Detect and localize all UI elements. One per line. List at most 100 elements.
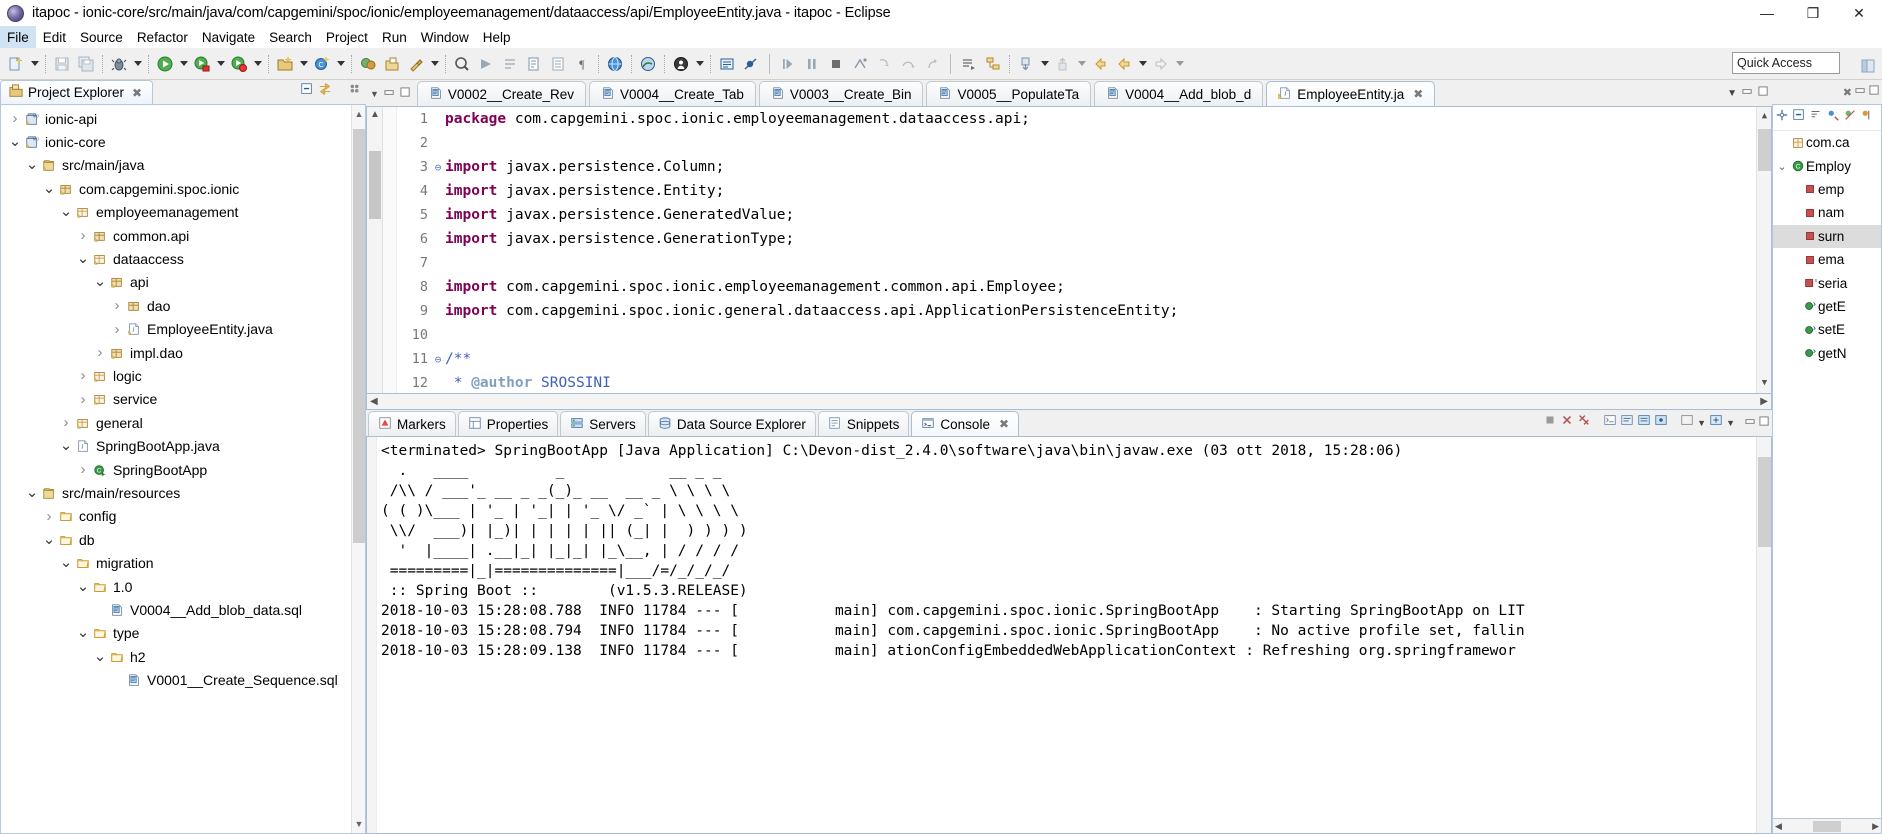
outline-scroll-right-icon[interactable]: ▶ (1872, 821, 1879, 832)
project-tree[interactable]: MJionic-apiMJionic-coresrc/main/javacom.… (0, 104, 366, 834)
forward-dropdown-icon[interactable] (1173, 51, 1186, 77)
show-whitespace-icon[interactable] (546, 51, 570, 77)
scroll-lock-icon[interactable] (1637, 413, 1651, 432)
debug-perspective-icon[interactable] (669, 51, 693, 77)
pin-console-icon[interactable] (1654, 413, 1668, 432)
forward-icon[interactable] (1149, 51, 1173, 77)
tree-item-employeeentity-java[interactable]: JEmployeeEntity.java (1, 318, 365, 341)
tree-item-db[interactable]: db (1, 528, 365, 551)
menu-window[interactable]: Window (414, 26, 476, 48)
chevron-down-icon[interactable] (75, 584, 91, 590)
chevron-right-icon[interactable] (75, 367, 91, 384)
chevron-down-icon[interactable] (7, 139, 23, 145)
tree-item-impl-dao[interactable]: impl.dao (1, 341, 365, 364)
tree-item-com-capgemini-spoc-ionic[interactable]: com.capgemini.spoc.ionic (1, 177, 365, 200)
editor-scroll-thumb[interactable] (1758, 129, 1771, 171)
close-icon[interactable]: ✖ (999, 417, 1009, 431)
word-wrap-icon[interactable] (1620, 413, 1634, 432)
new-java-project-icon[interactable] (273, 51, 297, 77)
save-all-icon[interactable] (74, 51, 98, 77)
chevron-right-icon[interactable] (92, 344, 108, 361)
tree-item-springbootapp-java[interactable]: JSpringBootApp.java (1, 434, 365, 457)
editor-vertical-scrollbar[interactable]: ▲ ▼ (1756, 107, 1771, 393)
maximize-button[interactable]: ❐ (1790, 0, 1836, 26)
editor-maximize-icon[interactable] (1758, 84, 1769, 102)
maximize-icon[interactable] (400, 85, 411, 103)
fold-marker-icon[interactable]: ⊖ (431, 353, 445, 366)
chevron-down-icon[interactable]: ⌄ (1775, 160, 1789, 173)
tree-item-ionic-api[interactable]: MJionic-api (1, 107, 365, 130)
console-text-content[interactable]: <terminated> SpringBootApp [Java Applica… (377, 437, 1756, 833)
editor-tab-employeeentity-ja[interactable]: JEmployeeEntity.ja✖ (1266, 81, 1435, 106)
outline-item-ema[interactable]: ema (1773, 248, 1881, 271)
hide-fields-icon[interactable] (1826, 108, 1840, 127)
editor-scroll-up-icon[interactable]: ▲ (1757, 109, 1771, 124)
outline-maximize-icon[interactable] (1869, 83, 1880, 101)
outline-scroll-left-icon[interactable]: ◀ (1775, 821, 1782, 832)
open-call-hierarchy-icon[interactable] (981, 51, 1005, 77)
outline-item-sete[interactable]: setE (1773, 318, 1881, 341)
tree-item-springbootapp[interactable]: CSpringBootApp (1, 458, 365, 481)
run-dropdown-icon[interactable] (177, 51, 190, 77)
menu-help[interactable]: Help (476, 26, 518, 48)
outline-item-getn[interactable]: getN (1773, 342, 1881, 365)
tree-item-src-main-resources[interactable]: src/main/resources (1, 481, 365, 504)
open-type-icon[interactable] (356, 51, 380, 77)
editor-marker-bar[interactable]: ▲ (367, 107, 383, 393)
open-perspective-icon[interactable] (636, 51, 660, 77)
link-with-editor-icon[interactable] (318, 82, 332, 101)
run-as-dropdown-icon[interactable] (214, 51, 227, 77)
outline-scroll-thumb[interactable] (1813, 821, 1841, 832)
step-return-icon[interactable] (920, 51, 944, 77)
tree-item-dao[interactable]: dao (1, 294, 365, 317)
console-tab-properties[interactable]: Properties (458, 411, 559, 436)
chevron-down-icon[interactable] (58, 560, 74, 566)
outline-item-employ[interactable]: ⌄CEmploy (1773, 154, 1881, 177)
editor-scroll-down-icon[interactable]: ▼ (1757, 376, 1771, 391)
chevron-right-icon[interactable] (109, 297, 125, 314)
outline-horizontal-scrollbar[interactable]: ◀ ▶ (1772, 819, 1882, 834)
open-console-icon[interactable] (1603, 413, 1617, 432)
editor-tab-v0004-add-blob-d[interactable]: V0004__Add_blob_d (1094, 81, 1263, 106)
editor-scroll-left-icon[interactable]: ◀ (370, 396, 378, 407)
chevron-down-icon[interactable] (75, 256, 91, 262)
new-wizard-icon[interactable] (4, 51, 28, 77)
close-button[interactable]: ✕ (1836, 0, 1882, 26)
editor-tab-v0003-create-bin[interactable]: V0003__Create_Bin (759, 81, 924, 106)
tab-project-explorer[interactable]: Project Explorer ✖ (0, 80, 153, 104)
console-maximize-icon[interactable] (1759, 414, 1770, 432)
display-console-icon[interactable] (1680, 413, 1694, 432)
minimize-icon[interactable] (384, 85, 395, 103)
chevron-right-icon[interactable] (109, 321, 125, 338)
sort-icon[interactable] (1809, 108, 1823, 127)
console-output[interactable]: <terminated> SpringBootApp [Java Applica… (366, 436, 1772, 834)
outline-item-gete[interactable]: getE (1773, 295, 1881, 318)
marker-thumb[interactable] (369, 151, 381, 219)
tree-item-migration[interactable]: migration (1, 551, 365, 574)
external-tools-dropdown-icon[interactable] (428, 51, 441, 77)
console-scroll-thumb[interactable] (1758, 457, 1771, 547)
editor-fold-column[interactable] (383, 107, 397, 393)
step-over-icon[interactable] (896, 51, 920, 77)
run-as-icon[interactable] (190, 51, 214, 77)
console-tab-markers[interactable]: Markers (368, 411, 456, 436)
remove-all-launches-icon[interactable] (1577, 413, 1591, 432)
tree-item-ionic-core[interactable]: MJionic-core (1, 130, 365, 153)
editor-minimize-icon[interactable] (1742, 84, 1753, 102)
skip-breakpoints-icon[interactable] (739, 51, 763, 77)
marker-scroll-up-icon[interactable]: ▲ (367, 109, 383, 120)
terminate-icon[interactable] (824, 51, 848, 77)
open-web-browser-icon[interactable] (603, 51, 627, 77)
chevron-right-icon[interactable] (75, 227, 91, 244)
editor-chevron-icon[interactable]: ▼ (1727, 88, 1737, 99)
close-icon[interactable]: ✖ (1413, 87, 1423, 101)
outline-tree[interactable]: com.ca⌄CEmployempnamsurnemaSFseriagetEse… (1772, 104, 1882, 819)
scroll-up-icon[interactable]: ▲ (352, 107, 366, 121)
chevron-right-icon[interactable] (41, 508, 57, 525)
outline-item-nam[interactable]: nam (1773, 201, 1881, 224)
tree-item-v0001-create-sequence-sql[interactable]: V0001__Create_Sequence.sql (1, 668, 365, 691)
editor-horizontal-scrollbar[interactable]: ◀ ▶ (366, 394, 1772, 410)
run-icon[interactable] (153, 51, 177, 77)
new-class-dropdown-icon[interactable] (334, 51, 347, 77)
resume-icon[interactable] (776, 51, 800, 77)
